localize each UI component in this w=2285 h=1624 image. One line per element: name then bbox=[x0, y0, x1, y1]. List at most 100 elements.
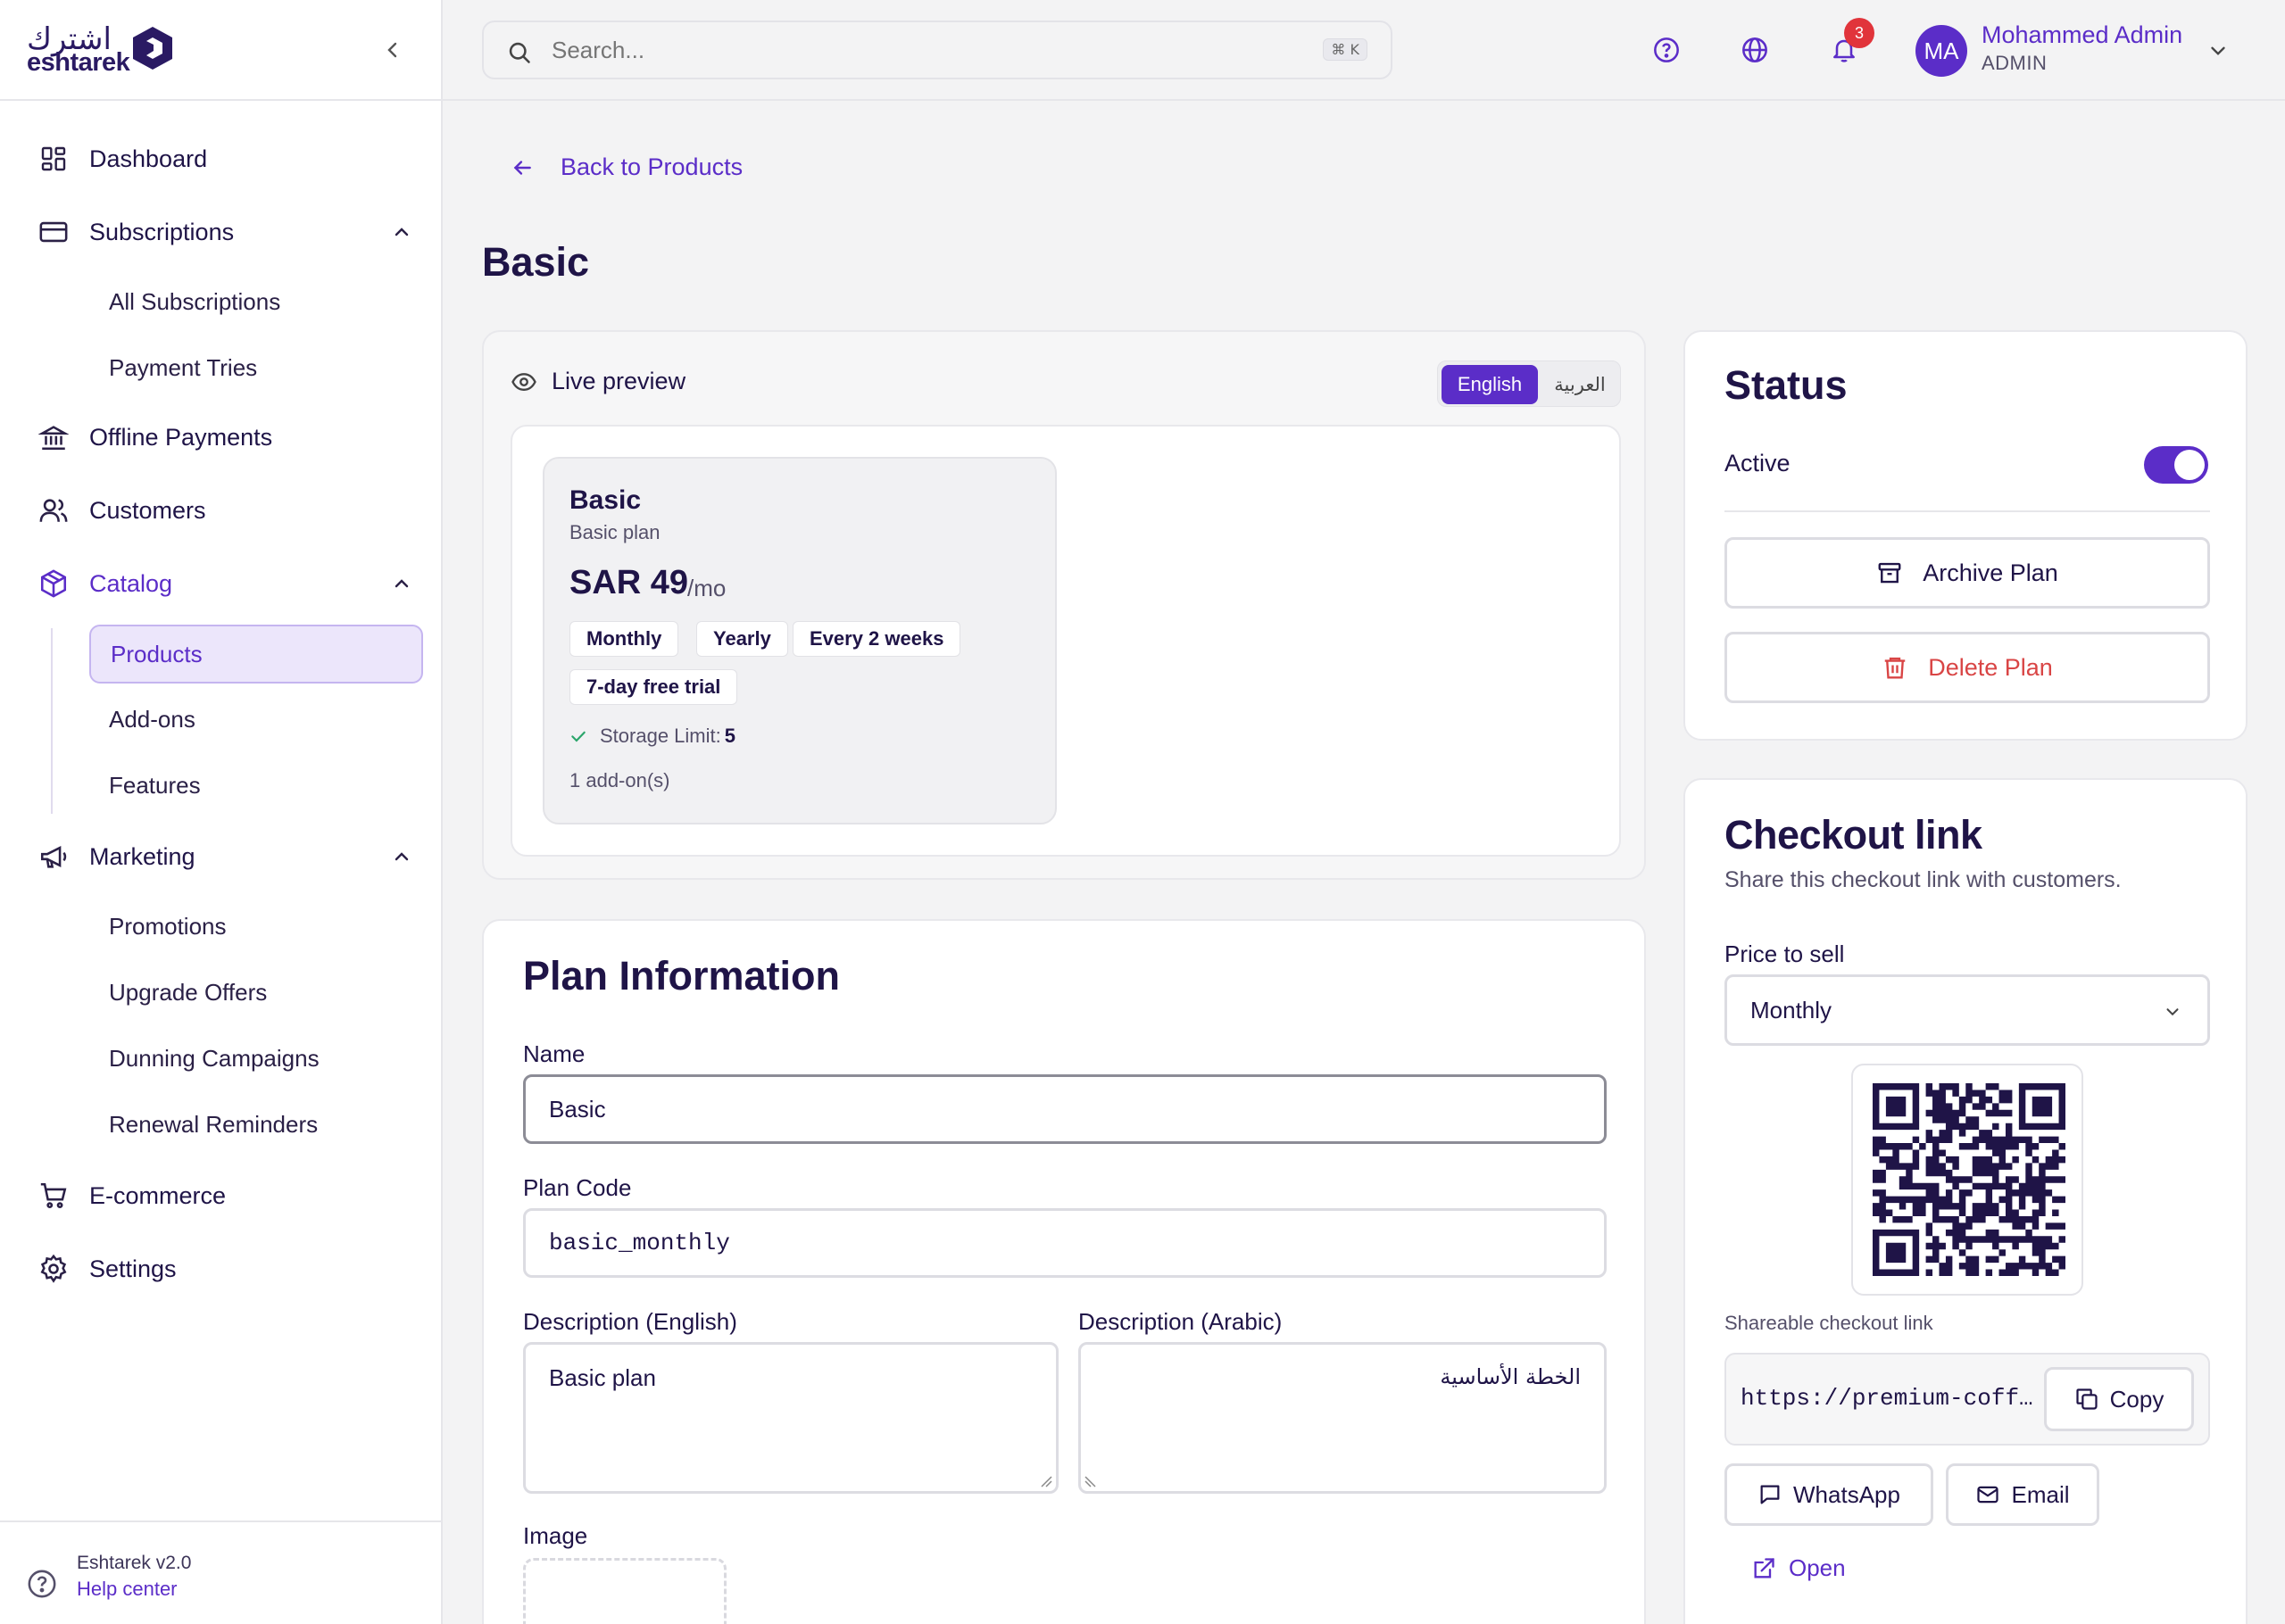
email-label: Email bbox=[2011, 1480, 2070, 1508]
sidebar-item-offline-payments[interactable]: Offline Payments bbox=[37, 419, 412, 455]
brand-mark-icon bbox=[133, 27, 172, 70]
sidebar-item-payment-tries[interactable]: Payment Tries bbox=[109, 352, 257, 384]
dashboard-icon bbox=[37, 143, 70, 175]
billing-chip: Monthly bbox=[569, 621, 679, 657]
package-icon bbox=[37, 568, 70, 600]
delete-plan-button[interactable]: Delete Plan bbox=[1724, 632, 2210, 703]
checkout-link-title: Checkout link bbox=[1724, 812, 1982, 858]
trial-chip: 7-day free trial bbox=[569, 669, 738, 705]
plan-feature: Storage Limit: 5 bbox=[569, 725, 735, 748]
bank-icon bbox=[37, 421, 70, 453]
price-to-sell-select[interactable]: Monthly bbox=[1724, 974, 2210, 1046]
price-to-sell-value: Monthly bbox=[1750, 996, 1832, 1023]
arrow-left-icon bbox=[513, 160, 531, 175]
sidebar-item-customers[interactable]: Customers bbox=[37, 493, 412, 528]
sidebar-item-add-ons[interactable]: Add-ons bbox=[109, 703, 195, 735]
qr-code bbox=[1851, 1064, 2083, 1296]
help-circle-icon bbox=[28, 1570, 56, 1598]
sidebar-item-label: Dashboard bbox=[89, 145, 208, 172]
plan-information-title: Plan Information bbox=[523, 953, 841, 998]
avatar[interactable]: MA bbox=[1915, 25, 1967, 77]
brand-logo[interactable]: اشترك eshtarek bbox=[27, 21, 179, 79]
page-title: Basic bbox=[482, 239, 590, 285]
active-toggle[interactable] bbox=[2144, 446, 2208, 484]
sidebar-item-subscriptions[interactable]: Subscriptions bbox=[37, 214, 412, 250]
notification-badge: 3 bbox=[1844, 18, 1874, 48]
plan-preview-subtitle: Basic plan bbox=[569, 521, 661, 543]
qr-code-icon bbox=[1873, 1083, 2065, 1276]
sidebar-item-marketing[interactable]: Marketing bbox=[37, 839, 412, 874]
resize-handle-icon[interactable] bbox=[1040, 1475, 1052, 1487]
copy-link-button[interactable]: Copy bbox=[2044, 1367, 2194, 1431]
sidebar-footer: Eshtarek v2.0 Help center bbox=[0, 1520, 441, 1624]
archive-icon bbox=[1878, 562, 1901, 584]
collapse-sidebar-icon[interactable] bbox=[382, 39, 403, 61]
sidebar-item-promotions[interactable]: Promotions bbox=[109, 910, 227, 942]
status-title: Status bbox=[1724, 362, 1848, 408]
plan-preview-period: /mo bbox=[687, 575, 727, 601]
sidebar-item-features[interactable]: Features bbox=[109, 769, 201, 801]
whatsapp-label: WhatsApp bbox=[1793, 1480, 1900, 1508]
image-dropzone[interactable] bbox=[523, 1558, 727, 1624]
plan-code-input[interactable]: basic_monthly bbox=[523, 1208, 1607, 1278]
status-card: Status Active Archive Plan Delete Plan bbox=[1683, 330, 2248, 741]
sidebar-item-catalog[interactable]: Catalog bbox=[37, 566, 412, 601]
search-input[interactable] bbox=[552, 35, 1176, 65]
plan-information-card: Plan Information Name Basic Plan Code ba… bbox=[482, 919, 1646, 1624]
archive-plan-button[interactable]: Archive Plan bbox=[1724, 537, 2210, 609]
lang-english-button[interactable]: English bbox=[1442, 365, 1538, 404]
search-bar[interactable]: ⌘ K bbox=[482, 21, 1392, 79]
sidebar-item-settings[interactable]: Settings bbox=[37, 1251, 412, 1287]
name-input[interactable]: Basic bbox=[523, 1074, 1607, 1144]
users-icon bbox=[37, 494, 70, 526]
open-label: Open bbox=[1789, 1554, 1846, 1581]
globe-icon[interactable] bbox=[1741, 36, 1769, 64]
sidebar-item-all-subscriptions[interactable]: All Subscriptions bbox=[109, 286, 280, 318]
external-link-icon bbox=[1754, 1557, 1774, 1578]
topbar: ⌘ K bbox=[443, 0, 2285, 101]
whatsapp-button[interactable]: WhatsApp bbox=[1724, 1463, 1933, 1526]
image-label: Image bbox=[523, 1522, 588, 1549]
copy-label: Copy bbox=[2109, 1385, 2165, 1413]
sidebar-item-ecommerce[interactable]: E-commerce bbox=[37, 1178, 412, 1214]
user-name[interactable]: Mohammed Admin bbox=[1982, 21, 2182, 49]
sidebar-item-dunning-campaigns[interactable]: Dunning Campaigns bbox=[109, 1042, 320, 1074]
description-arabic-textarea[interactable]: الخطة الأساسية bbox=[1078, 1342, 1607, 1494]
lang-arabic-button[interactable]: العربية bbox=[1543, 365, 1616, 404]
chevron-up-icon bbox=[395, 852, 409, 861]
checkout-link-subtitle: Share this checkout link with customers. bbox=[1724, 867, 2122, 892]
search-shortcut: ⌘ K bbox=[1323, 38, 1367, 61]
resize-handle-icon[interactable] bbox=[1084, 1475, 1097, 1487]
copy-icon bbox=[2076, 1388, 2098, 1410]
sidebar-item-dashboard[interactable]: Dashboard bbox=[37, 141, 412, 177]
help-icon[interactable] bbox=[1652, 36, 1681, 64]
sidebar-item-upgrade-offers[interactable]: Upgrade Offers bbox=[109, 976, 267, 1008]
checkout-url[interactable]: https://premium-coff… bbox=[1741, 1385, 2035, 1412]
eye-icon bbox=[511, 372, 536, 391]
brand-english: eshtarek bbox=[27, 48, 130, 77]
trash-icon bbox=[1884, 657, 1906, 679]
open-link[interactable]: Open bbox=[1751, 1554, 1846, 1582]
sidebar: اشترك eshtarek Dashboard Subscriptions A… bbox=[0, 0, 443, 1624]
toggle-knob bbox=[2174, 450, 2205, 480]
message-icon bbox=[1760, 1485, 1780, 1504]
checkout-link-card: Checkout link Share this checkout link w… bbox=[1683, 778, 2248, 1624]
plan-preview-price: SAR 49 bbox=[569, 564, 689, 601]
check-icon bbox=[571, 731, 586, 742]
user-role: ADMIN bbox=[1982, 52, 2048, 74]
description-english-textarea[interactable]: Basic plan bbox=[523, 1342, 1059, 1494]
help-center-link[interactable]: Help center bbox=[77, 1578, 178, 1601]
sidebar-item-renewal-reminders[interactable]: Renewal Reminders bbox=[109, 1108, 318, 1140]
live-preview-card: Live preview English العربية Basic Basic… bbox=[482, 330, 1646, 880]
chevron-down-icon[interactable] bbox=[2206, 39, 2230, 62]
back-to-products-link[interactable]: Back to Products bbox=[511, 153, 743, 181]
chevron-down-icon bbox=[2166, 1008, 2179, 1016]
shopping-cart-icon bbox=[37, 1180, 70, 1212]
sidebar-item-products[interactable]: Products bbox=[89, 625, 423, 684]
description-arabic-label: Description (Arabic) bbox=[1078, 1308, 1283, 1335]
sidebar-item-label: Customers bbox=[89, 496, 206, 524]
live-preview-header: Live preview bbox=[511, 368, 686, 395]
delete-plan-label: Delete Plan bbox=[1928, 653, 2053, 681]
email-button[interactable]: Email bbox=[1946, 1463, 2099, 1526]
description-english-label: Description (English) bbox=[523, 1308, 737, 1335]
